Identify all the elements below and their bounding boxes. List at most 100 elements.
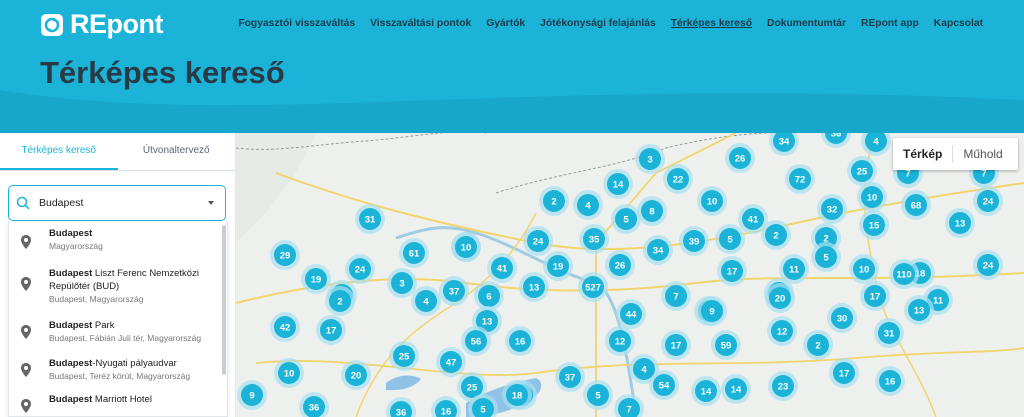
- result-item[interactable]: Budapest Park Budapest, Fábián Juli tér,…: [9, 313, 227, 351]
- cluster-marker[interactable]: 17: [717, 256, 747, 286]
- cluster-marker[interactable]: 9: [237, 380, 267, 410]
- cluster-marker[interactable]: 2: [539, 186, 569, 216]
- cluster-marker[interactable]: 12: [605, 326, 635, 356]
- cluster-marker[interactable]: 14: [721, 374, 751, 404]
- cluster-marker[interactable]: 2: [325, 286, 355, 316]
- cluster-marker[interactable]: 7: [661, 281, 691, 311]
- cluster-marker[interactable]: 59: [711, 330, 741, 360]
- cluster-marker[interactable]: 31: [874, 318, 904, 348]
- cluster-marker[interactable]: 23: [768, 371, 798, 401]
- map-type-terkep[interactable]: Térkép: [893, 147, 952, 161]
- cluster-marker[interactable]: 20: [765, 283, 795, 313]
- cluster-marker[interactable]: 5: [811, 242, 841, 272]
- map-view[interactable]: 36 4 34 26 3 25 7 14 22 72 7 10 68 24 2 4 5 8 10 41 32 13 31 2 1…: [236, 133, 1024, 417]
- result-item[interactable]: Budapest Magyarország: [9, 221, 227, 261]
- result-item[interactable]: Budapest Marriott Hotel: [9, 387, 227, 416]
- cluster-marker[interactable]: 32: [817, 194, 847, 224]
- location-search[interactable]: [8, 185, 226, 221]
- nav-item-repont-app[interactable]: REpont app: [861, 18, 919, 29]
- cluster-marker[interactable]: 13: [945, 208, 975, 238]
- cluster-marker[interactable]: 9: [697, 296, 727, 326]
- cluster-marker[interactable]: 42: [270, 312, 300, 342]
- cluster-marker[interactable]: 72: [785, 164, 815, 194]
- tab-utvonaltervezo[interactable]: Útvonaltervező: [118, 133, 236, 170]
- cluster-marker[interactable]: 2: [761, 220, 791, 250]
- cluster-marker[interactable]: 3: [635, 144, 665, 174]
- map-type-muhold[interactable]: Műhold: [953, 147, 1012, 161]
- search-input[interactable]: [39, 194, 199, 212]
- cluster-marker[interactable]: 17: [316, 315, 346, 345]
- cluster-marker[interactable]: 10: [697, 186, 727, 216]
- result-title: Budapest: [49, 394, 93, 405]
- cluster-marker[interactable]: 18: [502, 380, 532, 410]
- result-item[interactable]: Budapest Liszt Ferenc Nemzetközi Repülőt…: [9, 261, 227, 313]
- results-scrollbar[interactable]: [222, 225, 226, 375]
- cluster-marker[interactable]: 41: [487, 253, 517, 283]
- cluster-count: 9: [709, 307, 714, 318]
- cluster-marker[interactable]: 47: [436, 347, 466, 377]
- cluster-marker[interactable]: 4: [573, 190, 603, 220]
- cluster-marker[interactable]: 37: [555, 362, 585, 392]
- cluster-marker[interactable]: 15: [859, 210, 889, 240]
- result-item[interactable]: Budapest-Nyugati pályaudvar Budapest, Te…: [9, 351, 227, 387]
- cluster-marker[interactable]: 10: [451, 232, 481, 262]
- nav-item-gyartok[interactable]: Gyártók: [486, 18, 525, 29]
- cluster-marker[interactable]: 10: [274, 358, 304, 388]
- cluster-marker[interactable]: 25: [847, 156, 877, 186]
- cluster-marker[interactable]: 39: [679, 226, 709, 256]
- cluster-marker[interactable]: 5: [583, 380, 613, 410]
- cluster-marker[interactable]: 13: [519, 272, 549, 302]
- cluster-marker[interactable]: 13: [904, 295, 934, 325]
- cluster-marker[interactable]: 44: [616, 299, 646, 329]
- cluster-marker[interactable]: 34: [643, 235, 673, 265]
- cluster-marker[interactable]: 17: [829, 358, 859, 388]
- cluster-marker[interactable]: 19: [543, 251, 573, 281]
- cluster-marker[interactable]: 30: [827, 303, 857, 333]
- cluster-marker[interactable]: 14: [603, 169, 633, 199]
- cluster-marker[interactable]: 8: [637, 196, 667, 226]
- cluster-marker[interactable]: 54: [649, 370, 679, 400]
- cluster-marker[interactable]: 12: [767, 316, 797, 346]
- cluster-marker[interactable]: 14: [691, 376, 721, 406]
- cluster-marker[interactable]: 35: [579, 224, 609, 254]
- cluster-marker[interactable]: 17: [661, 330, 691, 360]
- cluster-marker[interactable]: 29: [270, 240, 300, 270]
- cluster-marker[interactable]: 19: [301, 264, 331, 294]
- cluster-marker[interactable]: 20: [341, 360, 371, 390]
- cluster-marker[interactable]: 26: [605, 250, 635, 280]
- cluster-marker[interactable]: 16: [875, 366, 905, 396]
- cluster-marker[interactable]: 2: [803, 330, 833, 360]
- cluster-marker[interactable]: 26: [725, 143, 755, 173]
- nav-item-dokumentumtar[interactable]: Dokumentumtár: [767, 18, 846, 29]
- cluster-marker[interactable]: 68: [901, 190, 931, 220]
- tab-terkepes-kereso[interactable]: Térképes kereső: [0, 133, 118, 170]
- nav-item-visszavaltasi-pontok[interactable]: Visszaváltási pontok: [370, 18, 471, 29]
- map-canvas[interactable]: 3643426325 714 22 7271068 242 458104132133121…: [236, 133, 1024, 417]
- cluster-marker[interactable]: 61: [399, 238, 429, 268]
- cluster-marker[interactable]: 4: [411, 286, 441, 316]
- cluster-marker[interactable]: 37: [439, 276, 469, 306]
- nav-item-terkepes-kereso[interactable]: Térképes kereső: [671, 18, 752, 29]
- cluster-marker[interactable]: 56: [461, 326, 491, 356]
- cluster-marker[interactable]: 31: [355, 204, 385, 234]
- nav-item-kapcsolat[interactable]: Kapcsolat: [934, 18, 983, 29]
- cluster-marker[interactable]: 24: [973, 186, 1003, 216]
- cluster-marker[interactable]: 527: [578, 272, 608, 302]
- nav-item-jotekonysagi[interactable]: Jótékonysági felajánlás: [540, 18, 656, 29]
- cluster-marker[interactable]: 5: [715, 224, 745, 254]
- cluster-marker[interactable]: 17: [860, 281, 890, 311]
- cluster-marker[interactable]: 10: [849, 254, 879, 284]
- dropdown-caret-icon[interactable]: [208, 201, 214, 205]
- cluster-marker[interactable]: 25: [389, 341, 419, 371]
- cluster-marker[interactable]: 24: [345, 254, 375, 284]
- cluster-marker[interactable]: 110: [889, 259, 919, 289]
- cluster-marker[interactable]: 24: [973, 250, 1003, 280]
- cluster-marker[interactable]: 22: [663, 164, 693, 194]
- cluster-marker[interactable]: 3: [387, 268, 417, 298]
- cluster-marker[interactable]: 16: [505, 326, 535, 356]
- cluster-marker[interactable]: 10: [857, 182, 887, 212]
- cluster-marker[interactable]: 5: [611, 204, 641, 234]
- cluster-marker[interactable]: 24: [523, 226, 553, 256]
- nav-item-fogyasztoi[interactable]: Fogyasztói visszaváltás: [238, 18, 355, 29]
- brand-logo[interactable]: REpont: [40, 9, 163, 40]
